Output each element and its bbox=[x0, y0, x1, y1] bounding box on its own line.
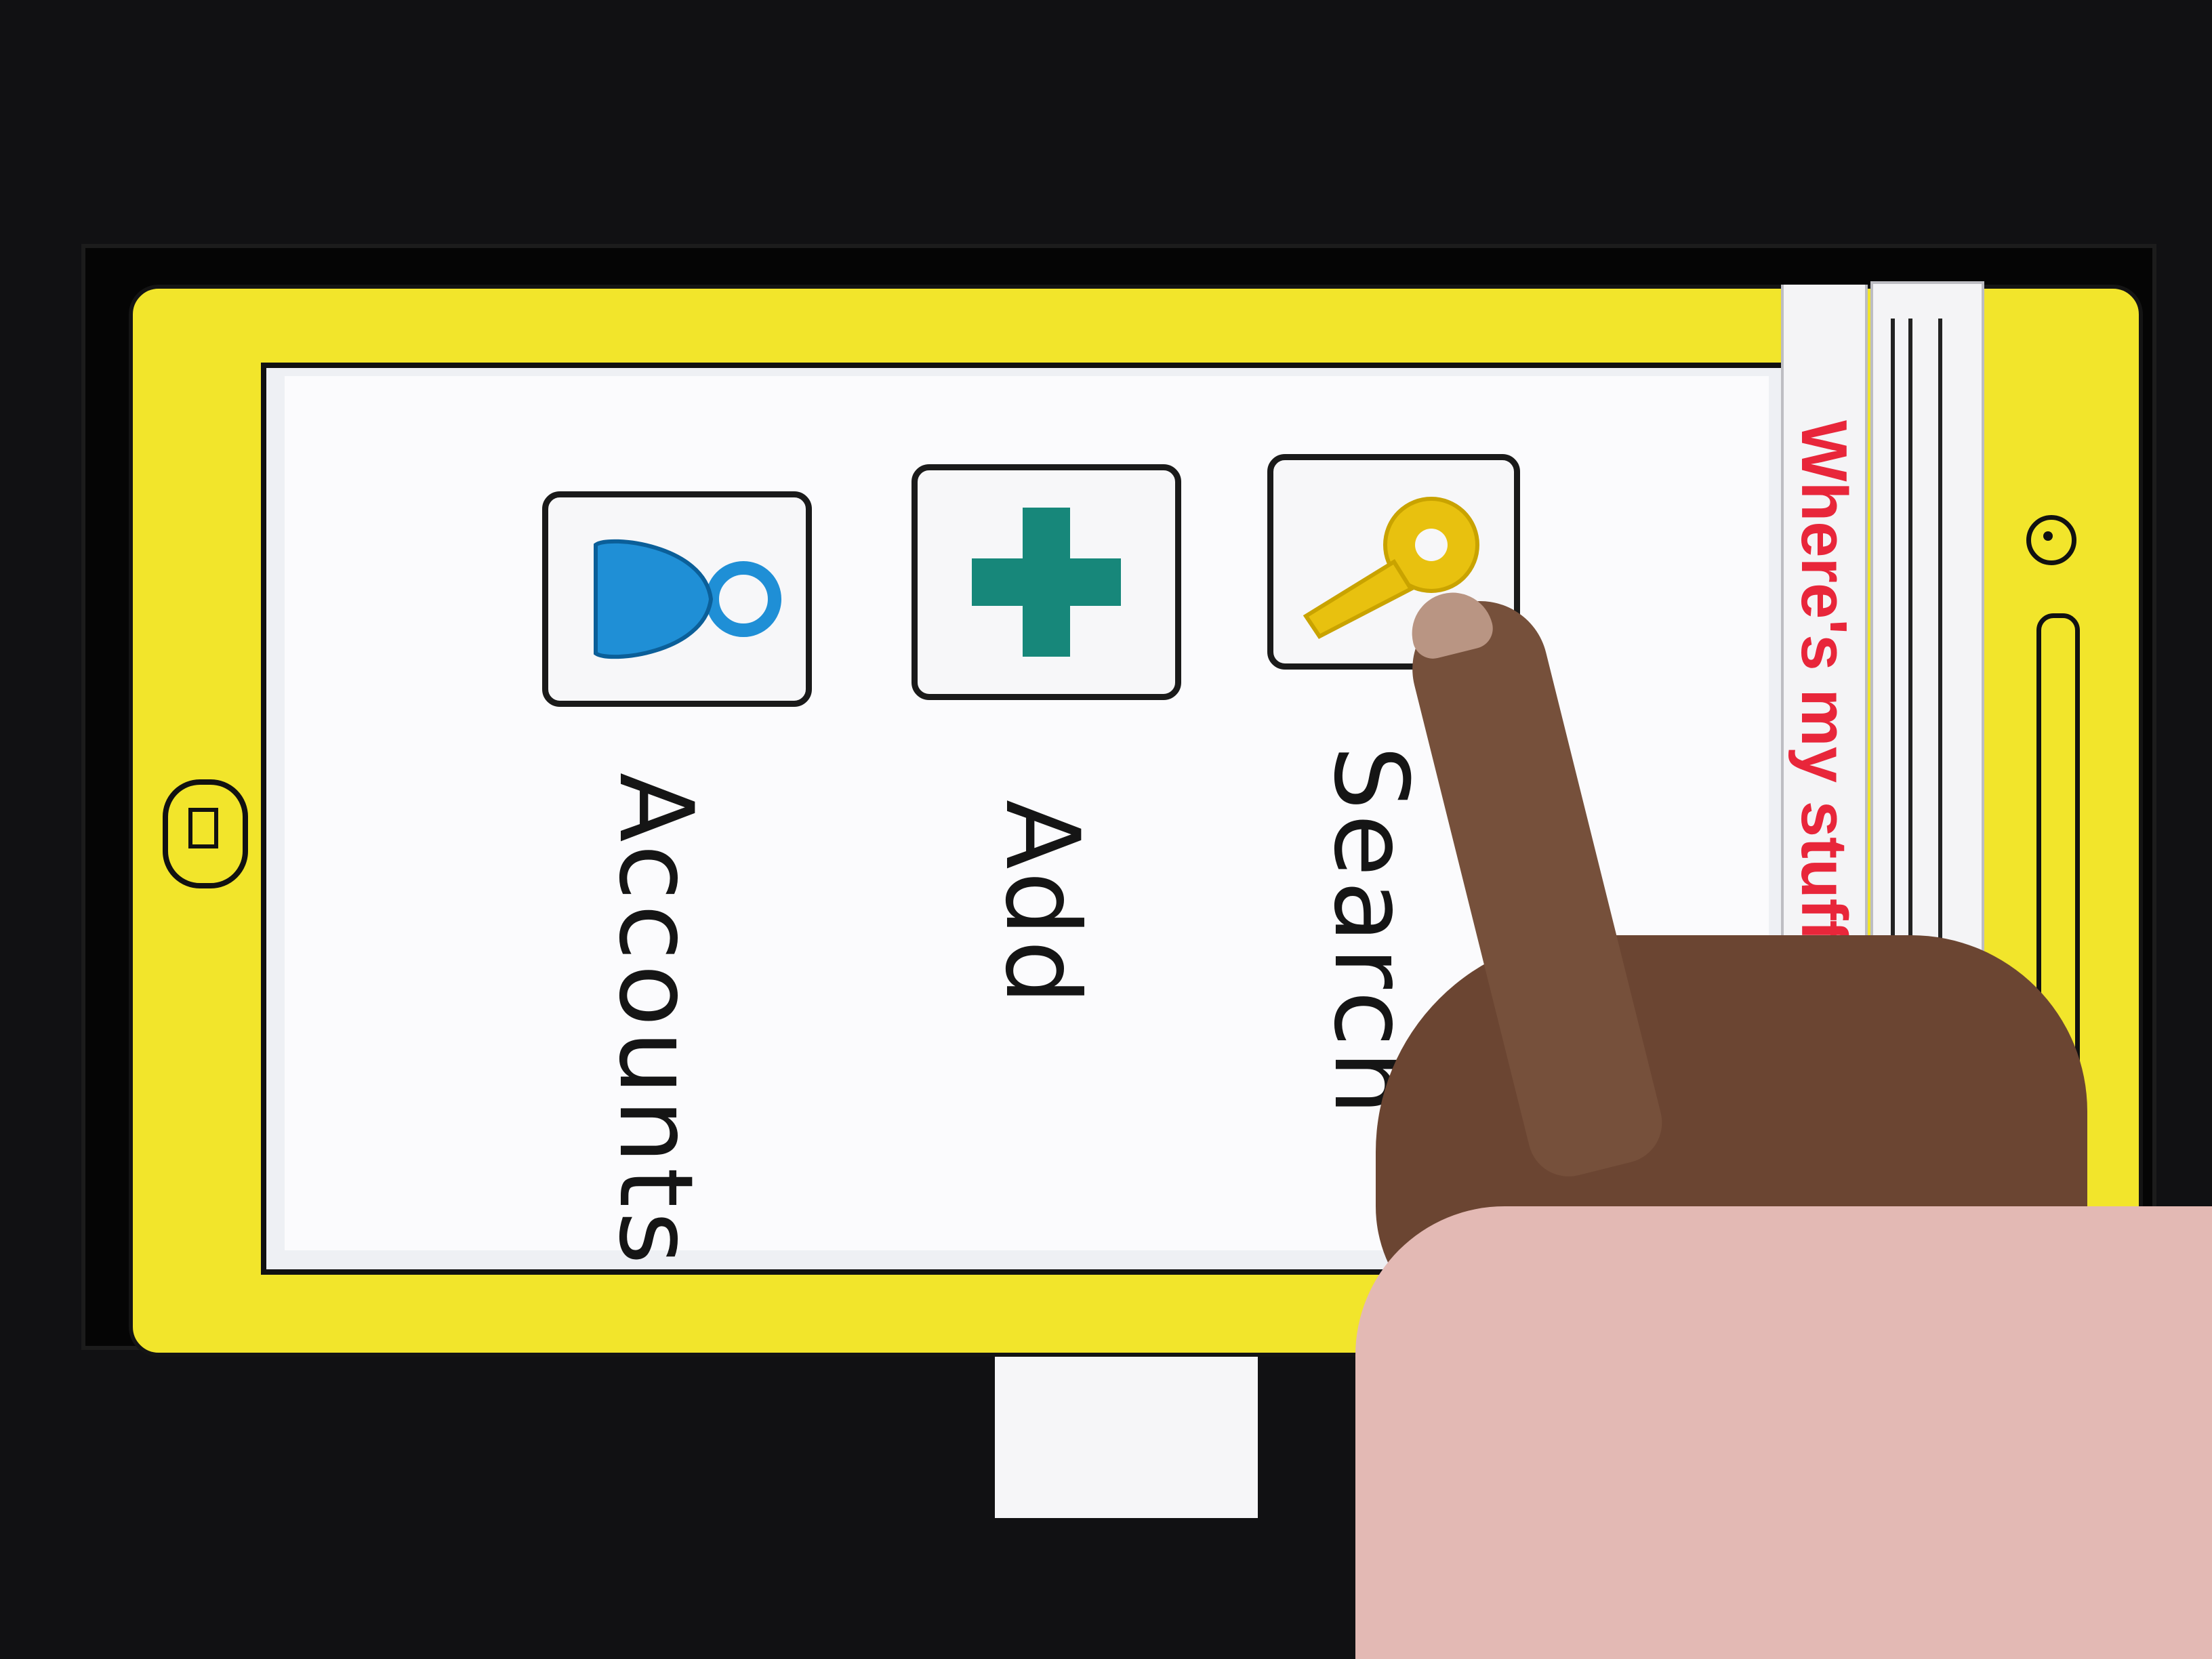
plus-icon bbox=[972, 508, 1121, 657]
add-app-button[interactable] bbox=[912, 464, 1181, 700]
accounts-app-label: Accounts bbox=[596, 773, 714, 1269]
add-app-label: Add bbox=[983, 800, 1101, 1009]
camera-lens-icon bbox=[2043, 531, 2053, 541]
accounts-app-button[interactable] bbox=[542, 491, 812, 707]
camera-icon bbox=[2026, 515, 2076, 565]
home-button-icon bbox=[188, 808, 218, 848]
person-icon bbox=[594, 539, 781, 659]
app-title: Where's my stuff bbox=[1788, 420, 1860, 942]
sleeve bbox=[1355, 1206, 2212, 1659]
